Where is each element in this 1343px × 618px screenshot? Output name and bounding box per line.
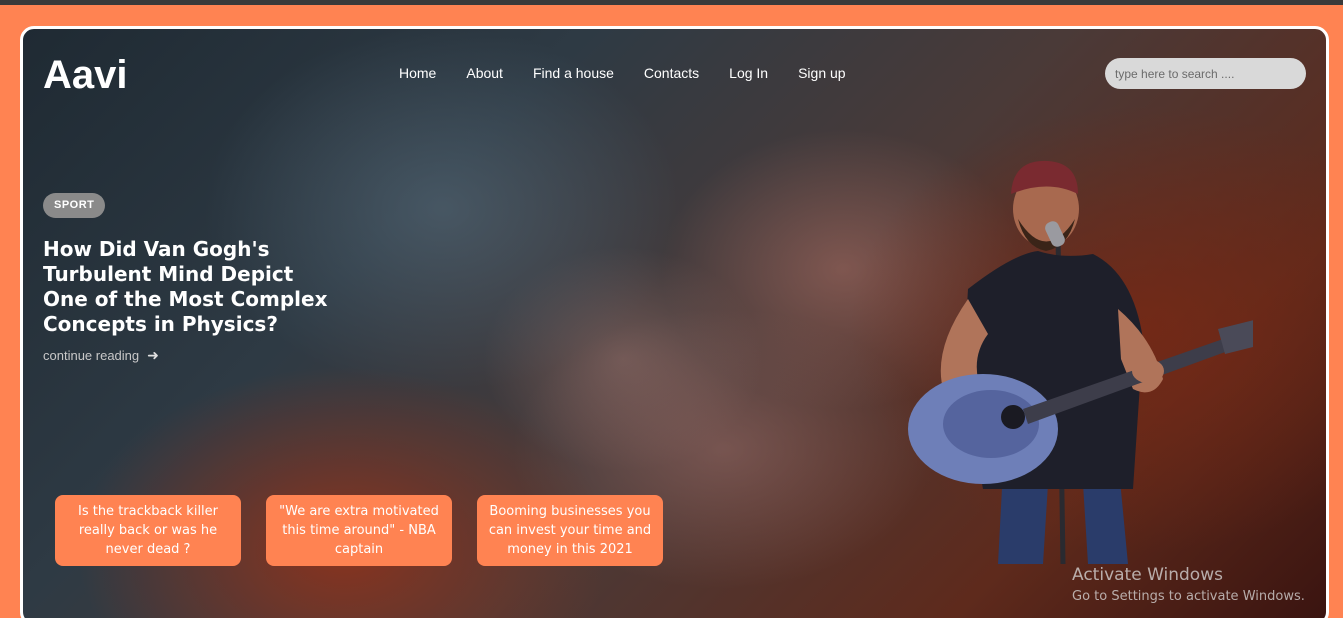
site-logo[interactable]: Aavi xyxy=(43,53,128,98)
nav-link-log-in[interactable]: Log In xyxy=(729,65,768,81)
featured-cards: Is the trackback killer really back or w… xyxy=(55,495,663,566)
main-nav: Home About Find a house Contacts Log In … xyxy=(399,65,846,81)
browser-top-strip xyxy=(0,0,1343,5)
nav-link-find-a-house[interactable]: Find a house xyxy=(533,65,614,81)
search-input[interactable] xyxy=(1105,58,1306,89)
arrow-right-icon: ➜ xyxy=(147,347,159,363)
guitar-sound-hole xyxy=(1001,405,1025,429)
hero-headline: How Did Van Gogh's Turbulent Mind Depict… xyxy=(43,237,328,336)
nav-link-contacts[interactable]: Contacts xyxy=(644,65,699,81)
nav-link-sign-up[interactable]: Sign up xyxy=(798,65,845,81)
continue-reading-link[interactable]: continue reading ➜ xyxy=(43,347,159,364)
continue-reading-label: continue reading xyxy=(43,348,140,363)
activate-windows-watermark: Activate Windows Go to Settings to activ… xyxy=(1072,565,1305,604)
nav-link-about[interactable]: About xyxy=(466,65,503,81)
performer-hand xyxy=(1132,359,1164,383)
featured-card[interactable]: Booming businesses you can invest your t… xyxy=(477,495,663,566)
performer-image xyxy=(908,160,1253,564)
category-badge: SPORT xyxy=(43,193,106,218)
hero-section: Aavi Home About Find a house Contacts Lo… xyxy=(20,26,1329,618)
featured-card[interactable]: Is the trackback killer really back or w… xyxy=(55,495,241,566)
guitar-body-inner xyxy=(943,390,1039,458)
nav-link-home[interactable]: Home xyxy=(399,65,436,81)
activate-windows-title: Activate Windows xyxy=(1072,565,1223,585)
activate-windows-subtitle: Go to Settings to activate Windows. xyxy=(1072,589,1305,604)
featured-card[interactable]: "We are extra motivated this time around… xyxy=(266,495,452,566)
